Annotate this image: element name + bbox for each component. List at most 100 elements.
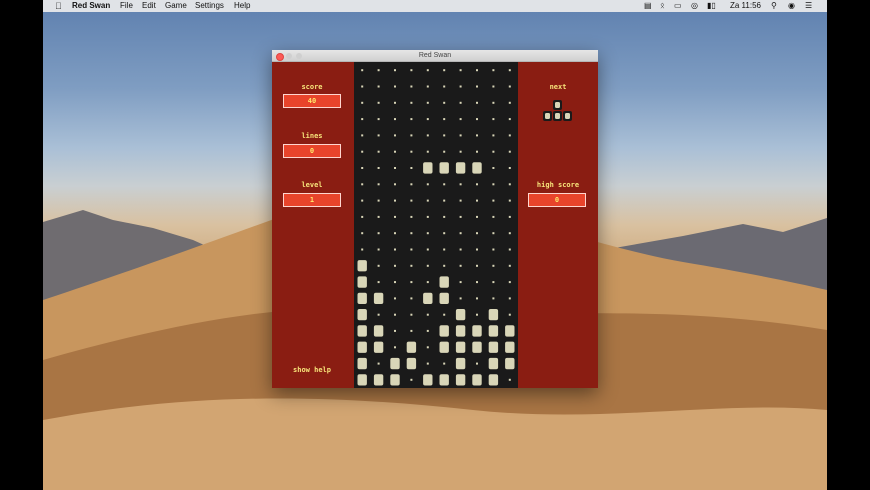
board-empty-dot [492, 199, 495, 202]
board-block [505, 341, 515, 353]
board-block [472, 325, 482, 337]
battery-icon[interactable]: ▮▯ [707, 0, 716, 12]
board-empty-dot [476, 85, 478, 88]
board-block [390, 357, 400, 370]
board-block [488, 374, 499, 386]
board-empty-dot [492, 134, 495, 137]
menu-settings[interactable]: Settings [195, 0, 224, 12]
board-empty-dot [377, 85, 380, 88]
app-menu[interactable]: Red Swan [72, 0, 110, 12]
board-empty-dot [459, 199, 462, 202]
board-empty-dot [492, 248, 495, 251]
board-block [488, 357, 499, 370]
game-board[interactable] [354, 62, 518, 388]
board-empty-dot [361, 118, 364, 121]
board-empty-dot [410, 183, 413, 186]
board-empty-dot [459, 150, 462, 153]
board-empty-dot [508, 167, 511, 169]
next-piece-block [555, 113, 560, 119]
board-grid [357, 69, 515, 386]
board-empty-dot [476, 313, 478, 316]
board-empty-dot [410, 329, 413, 332]
board-empty-dot [377, 248, 380, 251]
board-empty-dot [410, 313, 413, 316]
board-block [488, 341, 499, 353]
board-empty-dot [410, 264, 413, 267]
board-block [472, 162, 482, 174]
board-block [488, 325, 499, 337]
apple-menu-icon[interactable]:  [55, 0, 62, 12]
next-piece-preview [541, 98, 575, 124]
search-icon[interactable]: ⚲ [771, 0, 777, 12]
board-empty-dot [443, 215, 446, 218]
board-empty-dot [394, 329, 396, 332]
level-value: 1 [283, 193, 341, 207]
board-empty-dot [492, 69, 495, 72]
menu-edit[interactable]: Edit [142, 0, 156, 12]
board-empty-dot [377, 215, 380, 218]
next-piece-block [565, 113, 570, 119]
board-empty-dot [508, 232, 511, 235]
board-empty-dot [361, 134, 364, 137]
notification-center-icon[interactable]: ☰ [805, 0, 812, 12]
board-empty-dot [394, 85, 396, 88]
board-block [357, 292, 367, 304]
show-help-button[interactable]: show help [272, 366, 352, 374]
board-empty-dot [426, 85, 429, 88]
board-empty-dot [394, 215, 396, 218]
board-block [505, 325, 515, 337]
board-empty-dot [410, 248, 413, 251]
board-empty-dot [459, 118, 462, 121]
board-empty-dot [361, 101, 364, 104]
board-block [455, 309, 466, 321]
bluetooth-icon[interactable]: ᛟ [660, 0, 665, 12]
board-block [439, 276, 449, 288]
board-empty-dot [508, 183, 511, 186]
board-empty-dot [361, 69, 364, 72]
board-block [423, 292, 433, 304]
board-empty-dot [426, 248, 429, 251]
lines-value: 0 [283, 144, 341, 158]
board-empty-dot [361, 183, 364, 186]
board-empty-dot [476, 150, 478, 153]
desktop:  Red Swan File Edit Game Settings Help … [43, 0, 827, 490]
board-empty-dot [377, 264, 380, 267]
board-block [357, 341, 367, 353]
user-icon[interactable]: ◉ [788, 0, 795, 12]
title-bar[interactable]: Red Swan [272, 50, 598, 62]
board-empty-dot [476, 183, 478, 186]
board-empty-dot [459, 183, 462, 186]
board-empty-dot [476, 69, 478, 72]
board-block [439, 341, 449, 353]
board-empty-dot [508, 281, 511, 284]
board-empty-dot [459, 297, 462, 300]
menu-file[interactable]: File [120, 0, 133, 12]
menu-help[interactable]: Help [234, 0, 250, 12]
clock[interactable]: Za 11:56 [730, 0, 761, 12]
board-block [423, 162, 433, 174]
board-empty-dot [508, 118, 511, 121]
board-block [373, 325, 384, 337]
board-empty-dot [394, 167, 396, 169]
board-empty-dot [492, 167, 495, 169]
board-empty-dot [410, 232, 413, 235]
board-empty-dot [377, 362, 380, 365]
board-block [390, 374, 400, 386]
window-title: Red Swan [418, 52, 452, 59]
airplay-icon[interactable]: ▭ [674, 0, 682, 12]
board-block [373, 374, 384, 386]
board-block [357, 276, 367, 288]
board-empty-dot [426, 313, 429, 316]
next-piece-block [555, 102, 560, 108]
board-empty-dot [443, 101, 446, 104]
board-empty-dot [361, 199, 364, 202]
board-block [455, 374, 466, 386]
board-empty-dot [459, 101, 462, 104]
menu-extra-icon[interactable]: ▤ [644, 0, 652, 12]
board-empty-dot [508, 150, 511, 153]
board-empty-dot [443, 248, 446, 251]
wifi-icon[interactable]: ◎ [691, 0, 698, 12]
menu-game[interactable]: Game [165, 0, 187, 12]
board-empty-dot [508, 69, 511, 72]
board-empty-dot [410, 101, 413, 104]
